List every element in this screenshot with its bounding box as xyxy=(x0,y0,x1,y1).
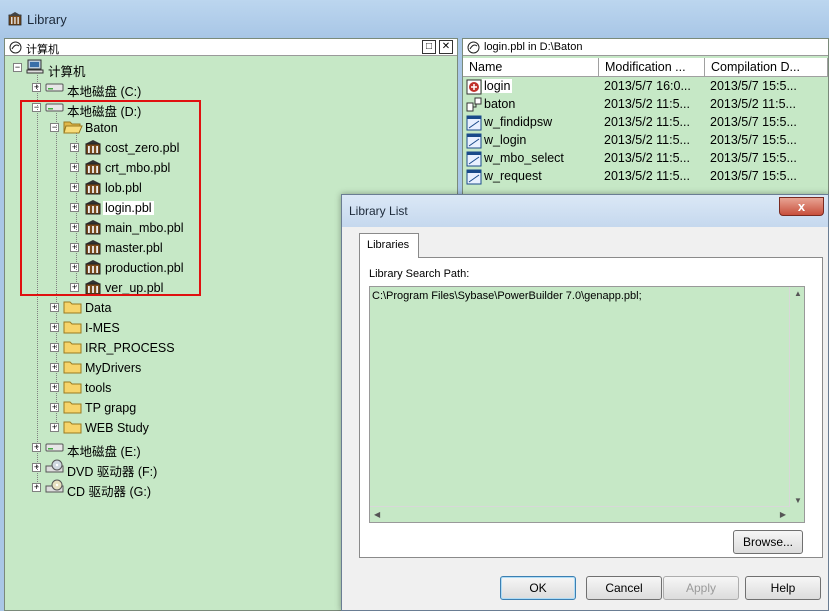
expand-icon[interactable]: + xyxy=(50,323,59,332)
libraries-tab-panel: Library Search Path: C:\Program Files\Sy… xyxy=(359,257,823,558)
entry-compiled: 2013/5/7 15:5... xyxy=(710,79,797,93)
dialog-title-bar[interactable]: Library List x xyxy=(342,195,828,227)
highlight-annotation xyxy=(20,100,201,296)
cd-icon xyxy=(45,479,65,495)
library-painter-icon xyxy=(467,41,480,54)
table-row[interactable]: w_findidpsw 2013/5/2 11:5... 2013/5/7 15:5… xyxy=(463,114,829,132)
tree-node-label[interactable]: IRR_PROCESS xyxy=(85,341,175,355)
dvd-icon xyxy=(45,459,65,475)
tree-node-label[interactable]: TP grapg xyxy=(85,401,136,415)
window-icon xyxy=(466,133,482,149)
entry-compiled: 2013/5/7 15:5... xyxy=(710,115,797,129)
folder-icon xyxy=(63,299,83,315)
computer-icon xyxy=(26,59,46,75)
entry-name: w_request xyxy=(484,169,542,183)
folder-icon xyxy=(63,379,83,395)
library-contents-pane[interactable]: login.pbl in D:\Baton Name Modification … xyxy=(462,38,829,196)
dialog-body: Libraries Library Search Path: C:\Progra… xyxy=(350,227,826,607)
folder-icon xyxy=(63,339,83,355)
apply-button[interactable]: Apply xyxy=(663,576,739,600)
tree-node-label[interactable]: I-MES xyxy=(85,321,120,335)
entry-name: baton xyxy=(484,97,516,111)
search-path-value: C:\Program Files\Sybase\PowerBuilder 7.0… xyxy=(372,290,642,302)
entry-modified: 2013/5/7 16:0... xyxy=(604,79,691,93)
table-row[interactable]: w_request 2013/5/2 11:5... 2013/5/7 15:5..… xyxy=(463,168,829,186)
help-button[interactable]: Help xyxy=(745,576,821,600)
entry-name: w_findidpsw xyxy=(484,115,553,129)
expand-icon[interactable]: + xyxy=(50,383,59,392)
tree-node-label[interactable]: WEB Study xyxy=(85,421,149,435)
tree-node-label[interactable]: MyDrivers xyxy=(85,361,141,375)
tab-libraries[interactable]: Libraries xyxy=(359,233,419,258)
entry-name: w_mbo_select xyxy=(484,151,564,165)
browse-button[interactable]: Browse... xyxy=(733,530,803,554)
expand-icon[interactable]: + xyxy=(50,403,59,412)
expand-icon[interactable]: + xyxy=(50,363,59,372)
entry-name: w_login xyxy=(484,133,527,147)
ok-button[interactable]: OK xyxy=(500,576,576,600)
tree-node-label[interactable]: 本地磁盘 (C:) xyxy=(67,81,141,100)
window-title-bar[interactable]: Library xyxy=(0,0,829,38)
window-icon xyxy=(466,151,482,167)
entry-name: login xyxy=(482,79,513,93)
dialog-close-button[interactable]: x xyxy=(779,197,824,216)
application-icon xyxy=(466,79,482,95)
library-list-dialog[interactable]: Library List x Libraries Library Search … xyxy=(341,194,829,611)
table-row[interactable]: w_login 2013/5/2 11:5... 2013/5/7 15:5... xyxy=(463,132,829,150)
tree-node-label[interactable]: DVD 驱动器 (F:) xyxy=(67,461,157,480)
tree-node-label[interactable]: 本地磁盘 (E:) xyxy=(67,441,141,460)
entry-modified: 2013/5/2 11:5... xyxy=(604,151,690,165)
contents-pane-title: login.pbl in D:\Baton xyxy=(484,41,583,53)
entry-compiled: 2013/5/2 11:5... xyxy=(710,97,796,111)
column-header-compilation[interactable]: Compilation D... xyxy=(705,58,828,77)
entry-compiled: 2013/5/7 15:5... xyxy=(710,151,797,165)
horizontal-scrollbar[interactable]: ◀ ▶ xyxy=(370,506,790,522)
close-pane-button[interactable]: ✕ xyxy=(439,40,453,54)
entry-modified: 2013/5/2 11:5... xyxy=(604,169,690,183)
scroll-down-icon[interactable]: ▼ xyxy=(794,496,802,505)
drive-icon xyxy=(45,79,65,95)
column-header-name[interactable]: Name xyxy=(463,58,599,77)
table-row[interactable]: login 2013/5/7 16:0... 2013/5/7 15:5... xyxy=(463,78,829,96)
drive-icon xyxy=(45,439,65,455)
tree-node-label[interactable]: Data xyxy=(85,301,111,315)
tree-pane-header: 计算机 □ ✕ xyxy=(5,39,457,56)
entry-compiled: 2013/5/7 15:5... xyxy=(710,169,797,183)
tree-node-label[interactable]: tools xyxy=(85,381,111,395)
search-path-label: Library Search Path: xyxy=(369,268,470,280)
folder-icon xyxy=(63,319,83,335)
tree-node-label[interactable]: 计算机 xyxy=(48,61,86,80)
tree-node-label[interactable]: CD 驱动器 (G:) xyxy=(67,481,151,500)
expand-icon[interactable]: + xyxy=(50,343,59,352)
collapse-icon[interactable]: − xyxy=(13,63,22,72)
expand-icon[interactable]: + xyxy=(50,423,59,432)
structure-icon xyxy=(466,97,482,113)
cancel-button[interactable]: Cancel xyxy=(586,576,662,600)
window-title: Library xyxy=(27,12,67,27)
table-row[interactable]: baton 2013/5/2 11:5... 2013/5/2 11:5... xyxy=(463,96,829,114)
entry-modified: 2013/5/2 11:5... xyxy=(604,97,690,111)
folder-icon xyxy=(63,359,83,375)
library-icon xyxy=(8,12,22,26)
entry-modified: 2013/5/2 11:5... xyxy=(604,115,690,129)
vertical-scrollbar[interactable]: ▲ ▼ xyxy=(789,287,804,507)
contents-pane-header: login.pbl in D:\Baton xyxy=(463,39,828,56)
library-painter-icon xyxy=(9,41,22,54)
restore-pane-button[interactable]: □ xyxy=(422,40,436,54)
tree-pane-title: 计算机 xyxy=(26,44,59,56)
table-row[interactable]: w_mbo_select 2013/5/2 11:5... 2013/5/7 15:… xyxy=(463,150,829,168)
entry-modified: 2013/5/2 11:5... xyxy=(604,133,690,147)
folder-icon xyxy=(63,399,83,415)
column-header-modification[interactable]: Modification ... xyxy=(599,58,705,77)
expand-icon[interactable]: + xyxy=(50,303,59,312)
entry-compiled: 2013/5/7 15:5... xyxy=(710,133,797,147)
window-icon xyxy=(466,169,482,185)
window-icon xyxy=(466,115,482,131)
folder-icon xyxy=(63,419,83,435)
scroll-up-icon[interactable]: ▲ xyxy=(794,289,802,298)
dialog-title: Library List xyxy=(349,204,408,218)
scroll-left-icon[interactable]: ◀ xyxy=(374,510,380,519)
search-path-input[interactable]: C:\Program Files\Sybase\PowerBuilder 7.0… xyxy=(369,286,805,523)
scroll-right-icon[interactable]: ▶ xyxy=(780,510,786,519)
